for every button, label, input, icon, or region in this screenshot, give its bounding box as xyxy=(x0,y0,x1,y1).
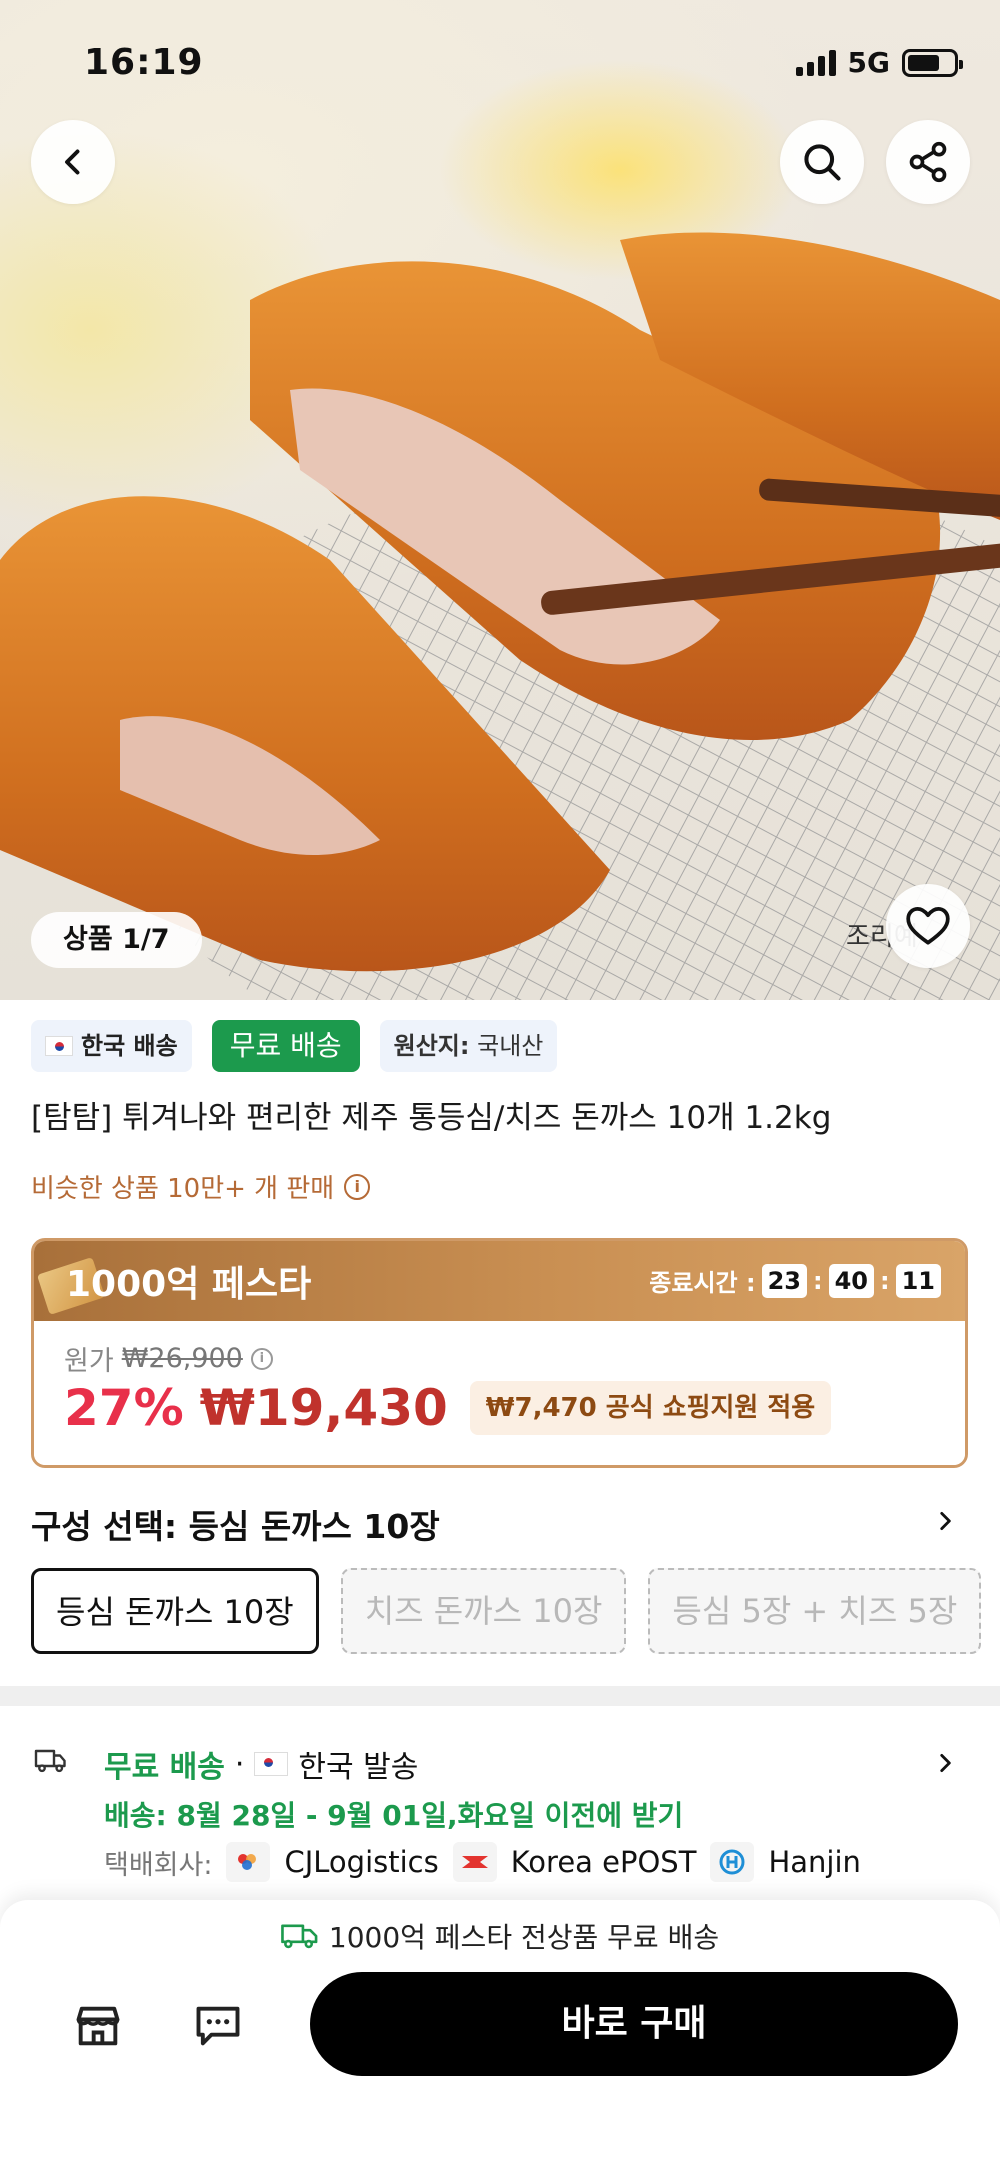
chevron-left-icon xyxy=(65,149,80,175)
chevron-right-icon[interactable] xyxy=(932,1506,958,1540)
courier-label: 택배회사: xyxy=(104,1849,213,1881)
option-loin-10[interactable]: 등심 돈까스 10장 xyxy=(31,1568,319,1654)
courier-hanjin: Hanjin xyxy=(768,1845,861,1879)
free-shipping-badge: 무료 배송 xyxy=(211,1020,360,1072)
buy-now-button[interactable]: 바로 구매 xyxy=(310,1972,958,2076)
similar-sold[interactable]: 비슷한 상품 10만+ 개 판매 i xyxy=(31,1168,371,1205)
free-shipping-label: 무료 배송 xyxy=(104,1750,225,1785)
option-list: 등심 돈까스 10장 치즈 돈까스 10장 등심 5장 + 치즈 5장 xyxy=(31,1568,1000,1654)
option-cheese-10[interactable]: 치즈 돈까스 10장 xyxy=(340,1568,627,1654)
battery-icon xyxy=(902,48,963,77)
original-price: 원가 ₩26,900 i xyxy=(64,1339,273,1378)
festa-header: 1000억 페스타 종료시간 : 23 : 40 : 11 xyxy=(34,1241,965,1321)
status-icons: 5G xyxy=(795,46,963,79)
origin-label: 원산지: xyxy=(393,1032,470,1060)
shipping-summary[interactable]: 무료 배송 · 한국 발송 xyxy=(104,1742,418,1786)
similar-sold-label: 비슷한 상품 10만+ 개 판매 xyxy=(31,1174,335,1204)
favorite-button[interactable] xyxy=(886,884,970,968)
signal-icon xyxy=(795,49,836,76)
share-icon xyxy=(909,141,947,183)
status-bar: 16:19 5G xyxy=(0,40,1000,90)
price-row: 27% ₩19,430 ₩7,470 공식 쇼핑지원 적용 xyxy=(64,1379,832,1437)
status-time: 16:19 xyxy=(84,42,204,83)
ship-origin: 한국 발송 xyxy=(298,1750,419,1785)
timer-minutes: 40 xyxy=(828,1263,874,1298)
chat-button[interactable] xyxy=(190,2000,246,2056)
store-button[interactable] xyxy=(70,2000,126,2056)
section-divider xyxy=(0,1686,1000,1706)
search-icon xyxy=(804,144,841,181)
info-icon[interactable]: i xyxy=(250,1347,273,1370)
courier-list: 택배회사: CJLogistics Korea ePOST Hanjin xyxy=(104,1842,861,1882)
product-title: [탐탐] 튀겨나와 편리한 제주 통등심/치즈 돈까스 10개 1.2kg xyxy=(31,1100,832,1136)
festa-free-shipping-note: 1000억 페스타 전상품 무료 배송 xyxy=(0,1916,1000,1956)
share-button[interactable] xyxy=(886,120,970,204)
korea-shipping-label: 한국 배송 xyxy=(81,1032,178,1060)
back-button[interactable] xyxy=(31,120,115,204)
truck-icon xyxy=(31,1742,71,1782)
chevron-right-icon[interactable] xyxy=(932,1748,958,1782)
festa-title: 1000억 페스타 xyxy=(66,1264,312,1305)
original-price-value: ₩26,900 xyxy=(121,1343,243,1374)
timer-hours: 23 xyxy=(761,1263,807,1298)
search-button[interactable] xyxy=(780,120,864,204)
origin-badge: 원산지: 국내산 xyxy=(379,1020,558,1072)
delivery-dates: 배송: 8월 28일 - 9월 01일,화요일 이전에 받기 xyxy=(104,1799,684,1832)
original-price-label: 원가 xyxy=(64,1346,114,1377)
festa-body: 원가 ₩26,900 i 27% ₩19,430 ₩7,470 공식 쇼핑지원 … xyxy=(34,1321,965,1465)
korea-shipping-badge: 한국 배송 xyxy=(31,1020,192,1072)
bottom-action-bar: 1000억 페스타 전상품 무료 배송 바로 구매 xyxy=(0,1900,1000,2164)
sale-price: ₩19,430 xyxy=(199,1379,448,1437)
courier-cj: CJLogistics xyxy=(284,1845,439,1879)
network-label: 5G xyxy=(847,46,890,79)
discount-percent: 27% xyxy=(64,1379,184,1437)
festa-note-label: 1000억 페스타 전상품 무료 배송 xyxy=(328,1921,720,1954)
epost-logo-icon xyxy=(452,1842,497,1882)
store-icon xyxy=(76,2006,120,2046)
badge-row: 한국 배송 무료 배송 원산지: 국내산 xyxy=(31,1020,558,1072)
shopping-support-tag: ₩7,470 공식 쇼핑지원 적용 xyxy=(469,1381,832,1435)
end-time-label: 종료시간 : xyxy=(649,1269,756,1297)
heart-icon xyxy=(906,907,950,945)
info-icon[interactable]: i xyxy=(344,1173,371,1200)
timer-seconds: 11 xyxy=(895,1263,941,1298)
hanjin-logo-icon xyxy=(710,1842,755,1882)
free-truck-icon xyxy=(281,1924,318,1949)
origin-value: 국내산 xyxy=(477,1032,544,1060)
option-title[interactable]: 구성 선택: 등심 돈까스 10장 xyxy=(31,1500,440,1548)
product-image[interactable]: 16:19 5G 상품 1/7 조리예 xyxy=(0,0,1000,1000)
courier-epost: Korea ePOST xyxy=(510,1845,697,1879)
option-mix-5-5[interactable]: 등심 5장 + 치즈 5장 xyxy=(648,1568,982,1654)
korea-flag-icon xyxy=(45,1036,73,1056)
cj-logo-icon xyxy=(226,1842,271,1882)
separator: · xyxy=(234,1746,245,1782)
festa-price-box: 1000억 페스타 종료시간 : 23 : 40 : 11 원가 ₩26,900… xyxy=(31,1238,968,1468)
korea-flag-icon xyxy=(254,1752,289,1776)
countdown-timer: 종료시간 : 23 : 40 : 11 xyxy=(649,1263,941,1298)
image-counter: 상품 1/7 xyxy=(31,912,202,968)
chat-icon xyxy=(196,2006,240,2046)
